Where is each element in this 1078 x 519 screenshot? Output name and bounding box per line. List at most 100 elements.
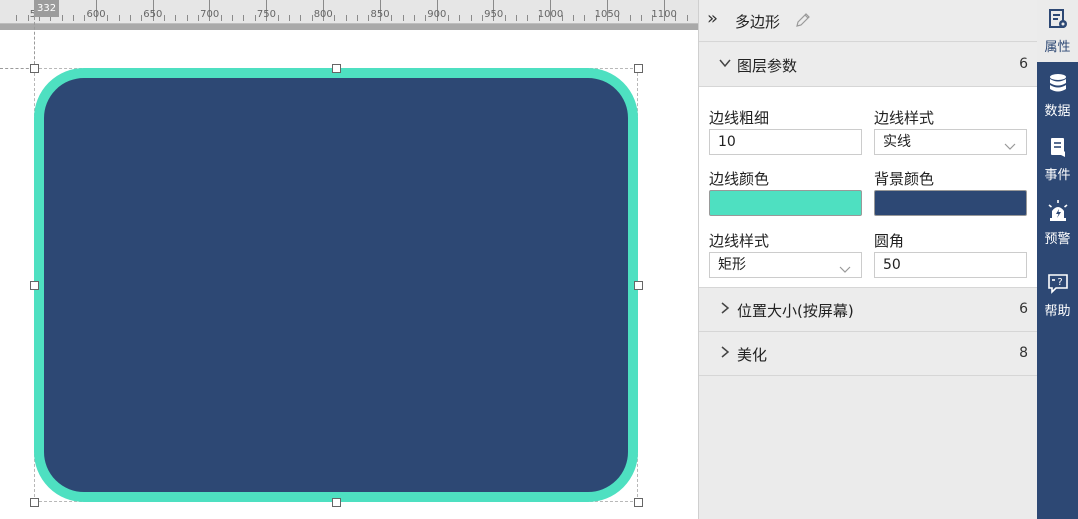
sidebar-item-alarm[interactable]: 预警: [1037, 192, 1078, 254]
chevron-right-icon: [719, 346, 731, 361]
ruler-tick: [334, 15, 336, 21]
section-position-size[interactable]: 位置大小(按屏幕) 6: [699, 288, 1038, 332]
ruler-tick: [73, 15, 75, 21]
sidebar-item-label: 数据: [1044, 104, 1071, 119]
design-canvas[interactable]: 550600650700750800850900950100010501100 …: [0, 0, 698, 519]
section-count: 6: [1019, 301, 1028, 317]
polygon-shape[interactable]: [34, 68, 638, 502]
ruler-tick-label: 850: [370, 9, 390, 20]
ruler-tick: [572, 15, 574, 21]
ruler-tick: [175, 15, 177, 21]
ruler-tick-label: 650: [143, 9, 163, 20]
ruler-tick: [641, 15, 643, 21]
ruler-tick: [459, 15, 461, 21]
section-title: 图层参数: [737, 57, 798, 75]
ruler-tick: [629, 15, 631, 21]
ruler-tick: [357, 15, 359, 21]
ruler-tick: [254, 15, 256, 21]
resize-handle-top[interactable]: [332, 64, 341, 73]
sidebar-item-label: 预警: [1044, 232, 1071, 247]
ruler-tick-label: 1050: [594, 9, 621, 20]
ruler-tick: [27, 15, 29, 21]
ruler-tick-label: 700: [200, 9, 220, 20]
bg-color-label: 背景颜色: [874, 170, 935, 188]
ruler-tick: [391, 15, 393, 21]
chevron-down-icon: [1004, 136, 1016, 160]
sidebar-item-properties[interactable]: 属性: [1037, 0, 1078, 62]
ruler-tick: [686, 15, 688, 21]
pencil-icon[interactable]: [795, 12, 811, 32]
ruler-tick: [232, 15, 234, 21]
border-style-value: 实线: [883, 134, 911, 150]
sidebar-item-label: 帮助: [1044, 304, 1071, 319]
resize-handle-top-right[interactable]: [634, 64, 643, 73]
border-style-label: 边线样式: [874, 109, 935, 127]
panel-title: 多边形: [735, 13, 781, 31]
ruler-tick: [368, 15, 370, 21]
border-width-label: 边线粗细: [709, 109, 770, 127]
ruler-tick: [311, 15, 313, 21]
resize-handle-left[interactable]: [30, 281, 39, 290]
section-layer-params[interactable]: 图层参数 6: [699, 43, 1038, 87]
resize-handle-bottom-left[interactable]: [30, 498, 39, 507]
section-title: 位置大小(按屏幕): [737, 302, 854, 320]
ruler-tick: [300, 15, 302, 21]
ruler-divider: [0, 24, 698, 30]
layer-params-body: 边线粗细 10 边线样式 实线 边线颜色 背景颜色 边线样式 矩形 圆角 50: [699, 87, 1038, 288]
sidebar-item-events[interactable]: 事件: [1037, 128, 1078, 190]
properties-icon: [1047, 8, 1069, 30]
ruler-tick: [504, 15, 506, 21]
ruler-position-marker: 332: [34, 0, 60, 17]
ruler-tick-label: 1000: [537, 9, 564, 20]
vertical-guide-line: [34, 17, 35, 69]
ruler-tick: [163, 15, 165, 21]
resize-handle-top-left[interactable]: [30, 64, 39, 73]
ruler-tick-label: 800: [313, 9, 333, 20]
properties-panel: » 多边形 图层参数 6 边线粗细 10 边线样式 实线 边线颜色 背景颜色 边…: [698, 0, 1038, 519]
ruler-tick: [527, 15, 529, 21]
ruler-tick: [584, 15, 586, 21]
ruler-tick-label: 900: [427, 9, 447, 20]
resize-handle-bottom-right[interactable]: [634, 498, 643, 507]
svg-text:?: ?: [1057, 277, 1062, 288]
ruler-tick: [186, 15, 188, 21]
sidebar-item-help[interactable]: ? 帮助: [1037, 264, 1078, 326]
alarm-icon: [1047, 200, 1069, 222]
chevron-down-icon: [719, 57, 731, 72]
ruler-tick: [277, 15, 279, 21]
ruler-tick: [16, 15, 18, 21]
resize-handle-right[interactable]: [634, 281, 643, 290]
border-width-input[interactable]: 10: [709, 129, 862, 155]
ruler-tick: [516, 15, 518, 21]
corner-radius-input[interactable]: 50: [874, 252, 1027, 278]
horizontal-ruler: 550600650700750800850900950100010501100: [0, 0, 698, 24]
panel-header: » 多边形: [699, 0, 1038, 42]
section-beautify[interactable]: 美化 8: [699, 332, 1038, 376]
help-icon: ?: [1047, 272, 1069, 294]
ruler-tick: [129, 15, 131, 21]
ruler-tick: [61, 15, 63, 21]
ruler-tick: [425, 15, 427, 21]
border-color-swatch[interactable]: [709, 190, 862, 216]
ruler-tick: [243, 15, 245, 21]
chevron-down-icon: [839, 259, 851, 283]
double-chevron-right-icon[interactable]: »: [707, 10, 718, 28]
event-icon: [1047, 136, 1069, 158]
border-shape-select[interactable]: 矩形: [709, 252, 862, 278]
ruler-tick-label: 750: [256, 9, 276, 20]
bg-color-swatch[interactable]: [874, 190, 1027, 216]
ruler-tick: [402, 15, 404, 21]
ruler-tick-label: 600: [86, 9, 106, 20]
sidebar-item-data[interactable]: 数据: [1037, 64, 1078, 126]
section-count: 8: [1019, 345, 1028, 361]
ruler-tick: [288, 15, 290, 21]
ruler-tick: [220, 15, 222, 21]
border-style-select[interactable]: 实线: [874, 129, 1027, 155]
corner-radius-value: 50: [883, 257, 901, 273]
chevron-right-icon: [719, 302, 731, 317]
border-shape-label: 边线样式: [709, 232, 770, 250]
ruler-tick: [118, 15, 120, 21]
resize-handle-bottom[interactable]: [332, 498, 341, 507]
ruler-tick-label: 1100: [651, 9, 677, 20]
ruler-tick: [84, 15, 86, 21]
